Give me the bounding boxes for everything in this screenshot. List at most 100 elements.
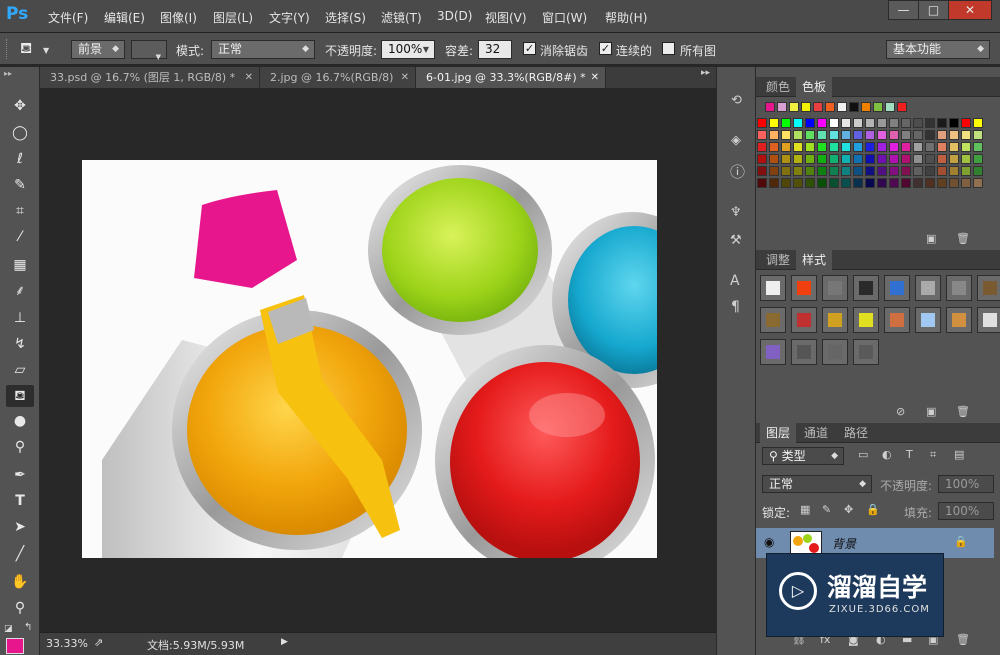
style-preset[interactable] (760, 339, 786, 365)
swatch[interactable] (949, 178, 959, 188)
swatch[interactable] (961, 142, 971, 152)
swatch[interactable] (913, 130, 923, 140)
swatch[interactable] (781, 130, 791, 140)
menu-help[interactable]: 帮助(H) (605, 9, 647, 26)
swatch[interactable] (873, 102, 883, 112)
swatch[interactable] (841, 118, 851, 128)
tab-color[interactable]: 颜色 (760, 77, 796, 97)
contiguous-checkbox[interactable]: ✓ (599, 42, 612, 55)
menu-edit[interactable]: 编辑(E) (104, 9, 145, 26)
swatch[interactable] (937, 178, 947, 188)
swatch[interactable] (877, 154, 887, 164)
menu-3d[interactable]: 3D(D) (437, 9, 472, 23)
swatch[interactable] (865, 166, 875, 176)
swatch[interactable] (961, 178, 971, 188)
layer-filter-select[interactable]: ⚲ 类型 ◆ (762, 447, 844, 465)
paragraph-panel-icon[interactable]: ¶ (731, 299, 740, 315)
swatch[interactable] (841, 154, 851, 164)
swatch[interactable] (877, 118, 887, 128)
style-preset[interactable] (791, 275, 817, 301)
share-icon[interactable]: ⇗ (94, 636, 103, 649)
layer-fill-input[interactable]: 100% (938, 502, 994, 520)
filter-type-icon[interactable]: T (906, 448, 913, 461)
swatch[interactable] (825, 102, 835, 112)
swatch[interactable] (837, 102, 847, 112)
menu-window[interactable]: 窗口(W) (542, 9, 587, 26)
canvas-area[interactable] (40, 88, 716, 632)
opacity-input[interactable]: 100% ▼ (381, 40, 435, 59)
swatch[interactable] (913, 178, 923, 188)
swatch[interactable] (793, 118, 803, 128)
swatch[interactable] (913, 166, 923, 176)
swatch[interactable] (865, 154, 875, 164)
swatch[interactable] (973, 166, 983, 176)
style-preset[interactable] (977, 275, 1000, 301)
swatch[interactable] (781, 142, 791, 152)
swatch[interactable] (973, 118, 983, 128)
layer-opacity-input[interactable]: 100% (938, 475, 994, 493)
tab-33-psd[interactable]: 33.psd @ 16.7% (图层 1, RGB/8) * ✕ (40, 67, 260, 88)
swatch[interactable] (765, 102, 775, 112)
swatch[interactable] (793, 154, 803, 164)
swatch[interactable] (901, 142, 911, 152)
healing-brush-tool-icon[interactable]: ▦ (6, 254, 34, 276)
swatch[interactable] (853, 166, 863, 176)
swatch[interactable] (853, 142, 863, 152)
tab-styles[interactable]: 样式 (796, 250, 833, 270)
swatch[interactable] (829, 118, 839, 128)
minimize-button[interactable]: — (888, 0, 918, 20)
swatch[interactable] (817, 130, 827, 140)
swatch[interactable] (781, 154, 791, 164)
close-icon[interactable]: ✕ (401, 67, 409, 88)
swatch[interactable] (961, 118, 971, 128)
swatch[interactable] (805, 130, 815, 140)
menu-type[interactable]: 文字(Y) (269, 9, 310, 26)
swatch[interactable] (793, 178, 803, 188)
swatch[interactable] (937, 118, 947, 128)
swatch[interactable] (841, 130, 851, 140)
style-preset[interactable] (760, 307, 786, 333)
tab-adjustments[interactable]: 调整 (760, 250, 796, 270)
marquee-tool-icon[interactable]: ◯ (6, 122, 34, 144)
maximize-button[interactable]: □ (918, 0, 948, 20)
swatch[interactable] (901, 154, 911, 164)
hand-tool-icon[interactable]: ✋ (6, 571, 34, 593)
swatch[interactable] (841, 142, 851, 152)
tab-channels[interactable]: 通道 (798, 423, 834, 443)
zoom-tool-icon[interactable]: ⚲ (6, 597, 34, 619)
layer-name[interactable]: 背景 (832, 535, 856, 552)
style-preset[interactable] (853, 275, 879, 301)
swatch[interactable] (877, 130, 887, 140)
swatch[interactable] (865, 118, 875, 128)
brush-tool-icon[interactable]: ⸙ (6, 280, 34, 302)
swatch[interactable] (769, 166, 779, 176)
swatch[interactable] (973, 178, 983, 188)
crop-tool-icon[interactable]: ⌗ (6, 200, 34, 222)
blend-mode-select[interactable]: 正常 ◆ (762, 475, 872, 493)
swatch[interactable] (841, 166, 851, 176)
swatch[interactable] (757, 142, 767, 152)
swatch[interactable] (937, 154, 947, 164)
default-colors-icon[interactable]: ◪ (4, 624, 13, 634)
swatch[interactable] (877, 142, 887, 152)
swatch[interactable] (817, 178, 827, 188)
swatch[interactable] (937, 142, 947, 152)
swatch[interactable] (853, 130, 863, 140)
swatch[interactable] (925, 142, 935, 152)
tab-2-jpg[interactable]: 2.jpg @ 16.7%(RGB/8) ✕ (260, 67, 416, 88)
swatch[interactable] (949, 142, 959, 152)
close-icon[interactable]: ✕ (245, 67, 253, 88)
swatch[interactable] (841, 178, 851, 188)
swatch[interactable] (853, 154, 863, 164)
tab-swatches[interactable]: 色板 (796, 77, 833, 97)
style-preset[interactable] (946, 307, 972, 333)
lock-transparency-icon[interactable]: ▦ (800, 503, 810, 516)
clear-style-icon[interactable]: ⊘ (896, 405, 905, 418)
swatch[interactable] (853, 118, 863, 128)
new-swatch-icon[interactable]: ▣ (926, 232, 936, 245)
swatch[interactable] (949, 166, 959, 176)
swatch[interactable] (817, 154, 827, 164)
swatch[interactable] (901, 130, 911, 140)
menu-select[interactable]: 选择(S) (325, 9, 366, 26)
swatch[interactable] (769, 154, 779, 164)
